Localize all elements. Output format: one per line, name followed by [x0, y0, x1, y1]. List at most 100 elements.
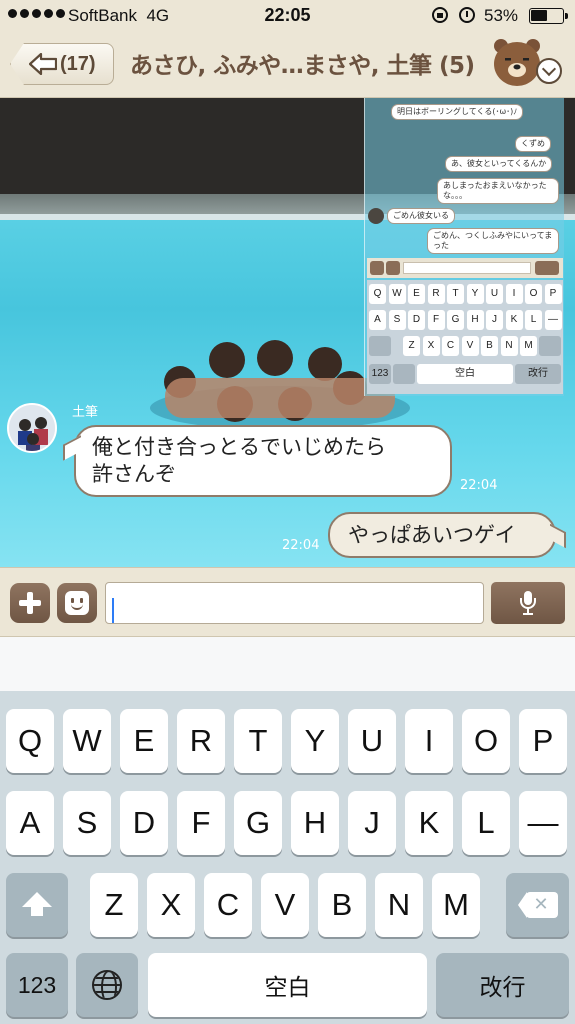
- embedded-key: —: [544, 310, 562, 330]
- key-l[interactable]: L: [462, 791, 510, 855]
- embedded-key: Z: [403, 336, 420, 356]
- outgoing-message-bubble[interactable]: やっぱあいつゲイ: [328, 512, 556, 558]
- key-b[interactable]: B: [318, 873, 366, 937]
- emoji-button[interactable]: [57, 583, 97, 623]
- embedded-key: U: [486, 284, 503, 304]
- key-x[interactable]: X: [147, 873, 195, 937]
- embedded-mic-icon: [535, 261, 559, 275]
- delete-key[interactable]: ✕: [506, 873, 569, 937]
- embedded-chat-screenshot: 明日はボーリングしてくる(･ω･)ﾉ くずめ あ、彼女といってくるんか あしまっ…: [364, 98, 564, 396]
- embedded-key: J: [486, 310, 503, 330]
- battery-icon: [529, 8, 568, 24]
- globe-key[interactable]: [76, 953, 138, 1017]
- sender-avatar[interactable]: [7, 403, 57, 453]
- embedded-message: ごめん、つくしふみやにいってまった: [427, 228, 559, 254]
- key-j[interactable]: J: [348, 791, 396, 855]
- return-key[interactable]: 改行: [436, 953, 569, 1017]
- embedded-key: R: [427, 284, 445, 304]
- key-k[interactable]: K: [405, 791, 453, 855]
- message-text: やっぱあいつゲイ: [348, 523, 516, 547]
- embedded-message: ごめん彼女いる: [387, 208, 455, 224]
- embedded-space-key: 空白: [417, 364, 513, 384]
- space-key[interactable]: 空白: [148, 953, 427, 1017]
- emoji-icon: [65, 591, 89, 615]
- embedded-globe-key: [393, 364, 415, 384]
- embedded-keyboard: Q W E R T Y U I O P A S D F G H J K L — Z X C V B N M 123 空白 改行: [367, 280, 563, 394]
- embedded-key: C: [442, 336, 459, 356]
- embedded-key: M: [520, 336, 537, 356]
- voice-button[interactable]: [491, 582, 565, 624]
- key-h[interactable]: H: [291, 791, 339, 855]
- key-z[interactable]: Z: [90, 873, 138, 937]
- back-button[interactable]: (17): [10, 43, 114, 85]
- keyboard-top-strip: [0, 637, 575, 691]
- avatar-photo: [9, 405, 55, 451]
- chat-title: あさひ, ふみや…まさや, 土筆 (5): [130, 53, 475, 79]
- key-dash[interactable]: —: [519, 791, 567, 855]
- embedded-key: W: [388, 284, 406, 304]
- embedded-key: P: [544, 284, 562, 304]
- key-t[interactable]: T: [234, 709, 282, 773]
- embedded-key: G: [447, 310, 464, 330]
- key-i[interactable]: I: [405, 709, 453, 773]
- key-v[interactable]: V: [261, 873, 309, 937]
- bear-sticker-icon[interactable]: [492, 36, 542, 88]
- embedded-key: H: [466, 310, 484, 330]
- embedded-delete-key: [539, 336, 561, 356]
- embedded-key: D: [408, 310, 425, 330]
- key-y[interactable]: Y: [291, 709, 339, 773]
- key-c[interactable]: C: [204, 873, 252, 937]
- chat-area[interactable]: 明日はボーリングしてくる(･ω･)ﾉ くずめ あ、彼女といってくるんか あしまっ…: [0, 98, 575, 567]
- embedded-key: A: [369, 310, 386, 330]
- embedded-emoji-icon: [386, 261, 400, 275]
- sender-name: 土筆: [72, 405, 99, 420]
- delete-icon: ✕: [517, 892, 558, 918]
- globe-icon: [92, 970, 122, 1000]
- embedded-message: あしまったおまえいなかったな。。。: [437, 178, 559, 204]
- plus-button[interactable]: [10, 583, 50, 623]
- embedded-key: L: [525, 310, 542, 330]
- embedded-return-key: 改行: [515, 364, 561, 384]
- key-g[interactable]: G: [234, 791, 282, 855]
- message-input[interactable]: [105, 582, 484, 624]
- alarm-icon: [459, 7, 475, 23]
- chat-header: (17) あさひ, ふみや…まさや, 土筆 (5): [0, 32, 575, 98]
- key-u[interactable]: U: [348, 709, 396, 773]
- embedded-key: T: [447, 284, 464, 304]
- back-arrow-icon: [29, 53, 57, 75]
- key-r[interactable]: R: [177, 709, 225, 773]
- key-d[interactable]: D: [120, 791, 168, 855]
- embedded-key: K: [505, 310, 523, 330]
- incoming-message-bubble[interactable]: 俺と付き合っとるでいじめたら 許さんぞ: [74, 425, 452, 497]
- key-e[interactable]: E: [120, 709, 168, 773]
- battery-percent: 53%: [484, 6, 519, 25]
- embedded-key: S: [388, 310, 406, 330]
- embedded-key: O: [525, 284, 542, 304]
- key-w[interactable]: W: [63, 709, 111, 773]
- plus-icon: [19, 592, 41, 614]
- dropdown-chevron-icon[interactable]: [536, 58, 562, 84]
- key-o[interactable]: O: [462, 709, 510, 773]
- microphone-icon: [520, 591, 536, 615]
- key-m[interactable]: M: [432, 873, 480, 937]
- embedded-shift-key: [369, 336, 391, 356]
- embedded-input-field: [403, 262, 531, 274]
- embedded-plus-icon: [370, 261, 384, 275]
- key-f[interactable]: F: [177, 791, 225, 855]
- status-bar: SoftBank 4G 22:05 53%: [0, 0, 575, 32]
- message-timestamp: 22:04: [282, 538, 320, 553]
- embedded-key: E: [408, 284, 425, 304]
- key-s[interactable]: S: [63, 791, 111, 855]
- numbers-key[interactable]: 123: [6, 953, 68, 1017]
- embedded-message: 明日はボーリングしてくる(･ω･)ﾉ: [391, 104, 524, 120]
- embedded-message: あ、彼女といってくるんか: [445, 156, 553, 172]
- key-q[interactable]: Q: [6, 709, 54, 773]
- message-timestamp: 22:04: [460, 478, 498, 493]
- embedded-input-bar: [367, 258, 563, 278]
- text-caret: [112, 598, 114, 623]
- key-a[interactable]: A: [6, 791, 54, 855]
- key-n[interactable]: N: [375, 873, 423, 937]
- shift-key[interactable]: [6, 873, 68, 937]
- embedded-key: X: [422, 336, 440, 356]
- key-p[interactable]: P: [519, 709, 567, 773]
